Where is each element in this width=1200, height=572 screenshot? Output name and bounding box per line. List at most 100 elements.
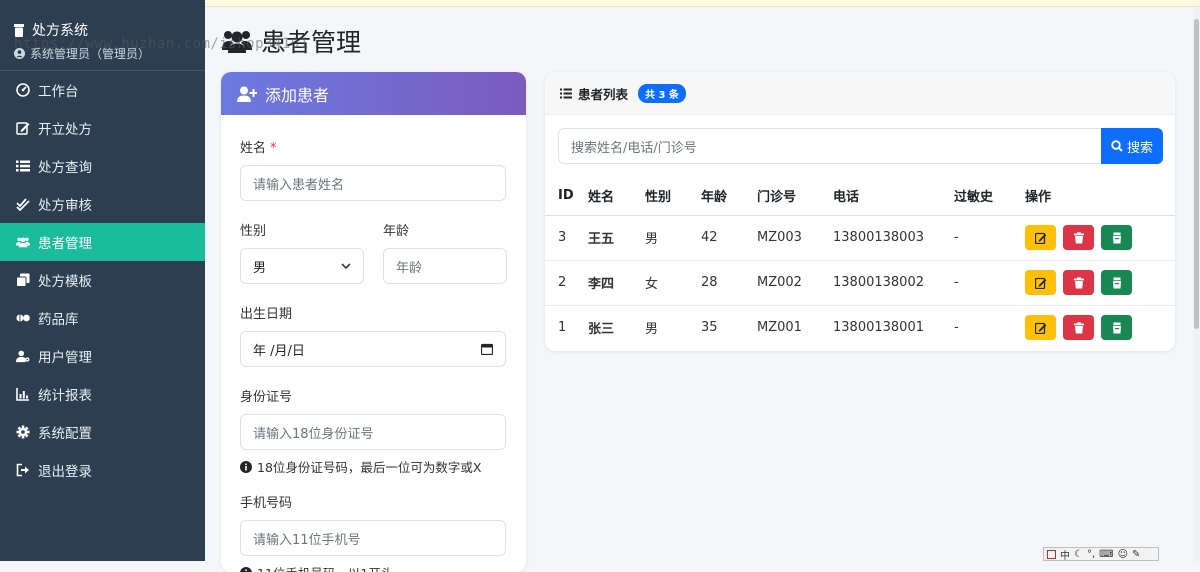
idcard-input[interactable]: 请输入18位身份证号 [240, 414, 506, 450]
current-user: 系统管理员（管理员） [14, 45, 205, 62]
delete-patient-button[interactable] [1063, 225, 1094, 250]
cell-gender: 女 [645, 260, 701, 305]
edit-patient-button[interactable] [1025, 270, 1056, 295]
edit-patient-button[interactable] [1025, 225, 1056, 250]
birth-date-input[interactable]: 年 /月/日 [240, 331, 506, 367]
ime-user-icon[interactable]: ☺ [1118, 549, 1128, 560]
pills-icon [16, 311, 30, 325]
dashboard-icon [16, 83, 30, 97]
cell-age: 42 [701, 215, 757, 260]
user-cog-icon [16, 349, 30, 363]
phone-label: 手机号码 [240, 492, 507, 511]
ime-keyboard-icon[interactable]: ⌨ [1099, 549, 1113, 560]
delete-patient-button[interactable] [1063, 270, 1094, 295]
table-header-row: ID姓名性别年龄门诊号电话过敏史操作 [545, 177, 1175, 215]
ime-logo-icon [1047, 550, 1056, 559]
sidebar-item-user-cog[interactable]: 用户管理 [0, 337, 205, 375]
sidebar-item-list[interactable]: 处方查询 [0, 147, 205, 185]
search-button[interactable]: 搜索 [1101, 128, 1163, 164]
trash-icon [1073, 322, 1085, 334]
count-badge: 共 3 条 [638, 84, 686, 103]
user-circle-icon [14, 48, 25, 59]
brand: 处方系统 系统管理员（管理员） [0, 0, 205, 71]
column-header: 性别 [645, 177, 701, 215]
search-row: 搜索姓名/电话/门诊号 搜索 [558, 128, 1163, 164]
table-row: 1张三男35MZ00113800138001- [545, 305, 1175, 350]
column-header: 门诊号 [757, 177, 833, 215]
page-title: 患者管理 [221, 23, 361, 59]
chevron-down-icon [341, 263, 351, 270]
phone-field-group: 手机号码 请输入11位手机号 11位手机号码，以1开头 [240, 492, 507, 572]
name-input[interactable]: 请输入患者姓名 [240, 165, 506, 201]
sidebar-item-label: 患者管理 [38, 232, 92, 252]
column-header: 过敏史 [954, 177, 1025, 215]
sidebar-item-label: 用户管理 [38, 346, 92, 366]
info-icon [240, 461, 252, 473]
cell-gender: 男 [645, 305, 701, 350]
sidebar: 处方系统 系统管理员（管理员） 工作台开立处方处方查询处方审核患者管理处方模板药… [0, 0, 205, 561]
cell-phone: 13800138002 [833, 260, 954, 305]
sidebar-item-check-double[interactable]: 处方审核 [0, 185, 205, 223]
cell-name: 张三 [588, 305, 645, 350]
sidebar-item-sign-out[interactable]: 退出登录 [0, 451, 205, 489]
ime-moon-icon[interactable]: ☾ [1074, 549, 1083, 560]
edit-icon [16, 121, 30, 135]
edit-icon [1035, 232, 1047, 244]
calendar-icon[interactable] [481, 343, 493, 355]
sidebar-item-chart[interactable]: 统计报表 [0, 375, 205, 413]
check-double-icon [16, 197, 30, 211]
idcard-help: 18位身份证号码，最后一位可为数字或X [240, 457, 507, 476]
cell-actions [1025, 260, 1175, 305]
info-icon [240, 567, 252, 572]
cell-id: 2 [545, 260, 588, 305]
sidebar-item-gear[interactable]: 系统配置 [0, 413, 205, 451]
required-mark: * [270, 141, 277, 156]
ime-tool-icon[interactable]: ✎ [1132, 549, 1140, 560]
trash-icon [1111, 277, 1123, 289]
cell-actions [1025, 215, 1175, 260]
age-label: 年龄 [383, 220, 507, 239]
gender-label: 性别 [240, 220, 364, 239]
cell-allergy: - [954, 260, 1025, 305]
scrollbar-thumb[interactable] [1194, 19, 1199, 329]
sidebar-item-dashboard[interactable]: 工作台 [0, 71, 205, 109]
chart-icon [16, 387, 30, 401]
archive-patient-button[interactable] [1101, 270, 1132, 295]
search-input[interactable]: 搜索姓名/电话/门诊号 [558, 128, 1101, 164]
column-header: 操作 [1025, 177, 1175, 215]
archive-patient-button[interactable] [1101, 225, 1132, 250]
cell-age: 28 [701, 260, 757, 305]
cell-phone: 13800138003 [833, 215, 954, 260]
sidebar-item-edit[interactable]: 开立处方 [0, 109, 205, 147]
cell-allergy: - [954, 305, 1025, 350]
age-input[interactable]: 年龄 [383, 248, 507, 284]
cell-clinic-no: MZ002 [757, 260, 833, 305]
gender-select[interactable]: 男 [240, 248, 364, 284]
archive-patient-button[interactable] [1101, 315, 1132, 340]
sidebar-item-label: 处方查询 [38, 156, 92, 176]
table-row: 2李四女28MZ00213800138002- [545, 260, 1175, 305]
gear-icon [16, 425, 30, 439]
edit-icon [1035, 277, 1047, 289]
patient-list-header: 患者列表 共 3 条 [545, 72, 1175, 115]
edit-patient-button[interactable] [1025, 315, 1056, 340]
sidebar-item-pills[interactable]: 药品库 [0, 299, 205, 337]
ime-punct-icon[interactable]: °, [1087, 549, 1095, 560]
edit-icon [1035, 322, 1047, 334]
page-title-text: 患者管理 [261, 23, 361, 59]
copy-icon [16, 273, 30, 287]
phone-input[interactable]: 请输入11位手机号 [240, 520, 506, 556]
column-header: 年龄 [701, 177, 757, 215]
delete-patient-button[interactable] [1063, 315, 1094, 340]
phone-help: 11位手机号码，以1开头 [240, 563, 507, 572]
ime-toolbar[interactable]: 中 ☾ °, ⌨ ☺ ✎ [1043, 547, 1159, 561]
column-header: ID [545, 177, 588, 215]
sidebar-item-copy[interactable]: 处方模板 [0, 261, 205, 299]
ime-mode-label[interactable]: 中 [1060, 547, 1070, 561]
sidebar-item-label: 退出登录 [38, 460, 92, 480]
page-scrollbar[interactable] [1193, 7, 1200, 561]
birth-label: 出生日期 [240, 303, 507, 322]
sidebar-item-users[interactable]: 患者管理 [0, 223, 205, 261]
name-label: 姓名* [240, 137, 507, 156]
cell-allergy: - [954, 215, 1025, 260]
